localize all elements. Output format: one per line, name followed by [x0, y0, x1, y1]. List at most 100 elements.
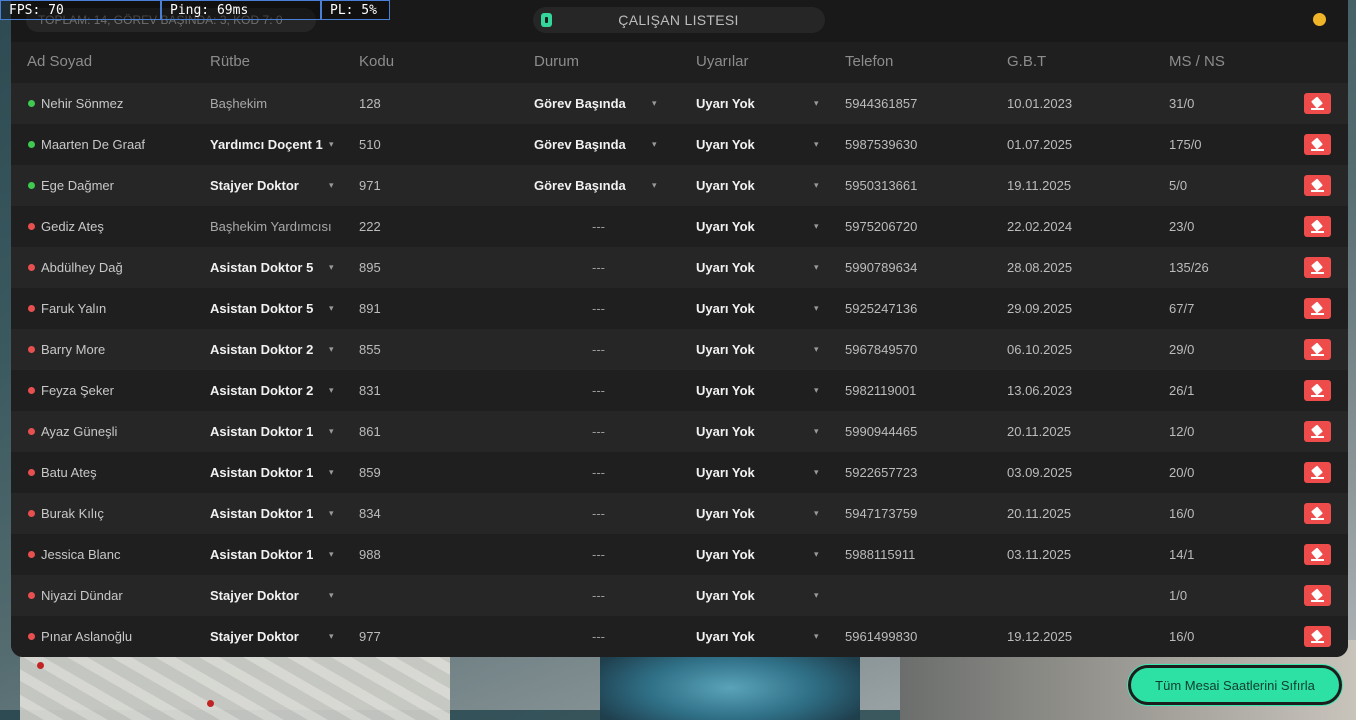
warnings-select[interactable]: Uyarı Yok: [696, 506, 755, 521]
delete-employee-button[interactable]: [1304, 93, 1331, 114]
rank-select[interactable]: Stajyer Doktor: [210, 178, 299, 193]
rank-select[interactable]: Asistan Doktor 2: [210, 383, 313, 398]
warnings-select[interactable]: Uyarı Yok: [696, 465, 755, 480]
employee-code: 222: [359, 219, 381, 234]
chevron-down-icon[interactable]: ▾: [814, 139, 819, 150]
chevron-down-icon[interactable]: ▾: [814, 426, 819, 437]
chevron-down-icon[interactable]: ▾: [814, 180, 819, 191]
performance-overlay: FPS: 70 Ping: 69ms PL: 5%: [0, 0, 390, 20]
duty-status-select[interactable]: Görev Başında: [534, 137, 626, 152]
column-header-ms-ns: MS / NS: [1169, 53, 1225, 70]
eraser-icon: [1311, 181, 1324, 192]
chevron-down-icon[interactable]: ▾: [329, 631, 334, 642]
employee-name-cell: Maarten De Graaf: [28, 137, 145, 152]
ms-ns-hours: 12/0: [1169, 424, 1195, 439]
phone-number: 5975206720: [845, 219, 918, 234]
online-status-icon: [28, 223, 35, 230]
delete-employee-button[interactable]: [1304, 544, 1331, 565]
rank-select[interactable]: Asistan Doktor 5: [210, 260, 313, 275]
online-status-icon: [28, 469, 35, 476]
employee-name: Ege Dağmer: [41, 178, 114, 193]
eraser-icon: [1311, 345, 1324, 356]
employee-name-cell: Niyazi Dündar: [28, 588, 123, 603]
chevron-down-icon[interactable]: ▾: [329, 262, 334, 273]
chevron-down-icon[interactable]: ▾: [329, 590, 334, 601]
employee-name-cell: Jessica Blanc: [28, 547, 120, 562]
warnings-select[interactable]: Uyarı Yok: [696, 219, 755, 234]
warnings-select[interactable]: Uyarı Yok: [696, 588, 755, 603]
chevron-down-icon[interactable]: ▾: [329, 426, 334, 437]
rank-select[interactable]: Asistan Doktor 1: [210, 465, 313, 480]
chevron-down-icon[interactable]: ▾: [329, 549, 334, 560]
ms-ns-hours: 20/0: [1169, 465, 1195, 480]
chevron-down-icon[interactable]: ▾: [814, 467, 819, 478]
chevron-down-icon[interactable]: ▾: [814, 385, 819, 396]
employee-code: 510: [359, 137, 381, 152]
delete-employee-button[interactable]: [1304, 175, 1331, 196]
rank-select[interactable]: Asistan Doktor 1: [210, 424, 313, 439]
delete-employee-button[interactable]: [1304, 134, 1331, 155]
rank-select[interactable]: Asistan Doktor 5: [210, 301, 313, 316]
online-status-icon: [28, 346, 35, 353]
chevron-down-icon[interactable]: ▾: [814, 303, 819, 314]
chevron-down-icon[interactable]: ▾: [814, 631, 819, 642]
chevron-down-icon[interactable]: ▾: [329, 139, 334, 150]
delete-employee-button[interactable]: [1304, 257, 1331, 278]
warnings-select[interactable]: Uyarı Yok: [696, 260, 755, 275]
duty-status-select[interactable]: Görev Başında: [534, 96, 626, 111]
chevron-down-icon[interactable]: ▾: [329, 508, 334, 519]
rank-select[interactable]: Asistan Doktor 1: [210, 547, 313, 562]
warnings-select[interactable]: Uyarı Yok: [696, 301, 755, 316]
delete-employee-button[interactable]: [1304, 503, 1331, 524]
duty-status-select: ---: [592, 424, 605, 439]
chevron-down-icon[interactable]: ▾: [329, 385, 334, 396]
warnings-select[interactable]: Uyarı Yok: [696, 96, 755, 111]
warnings-select[interactable]: Uyarı Yok: [696, 383, 755, 398]
gbt-date: 03.09.2025: [1007, 465, 1073, 480]
delete-employee-button[interactable]: [1304, 298, 1331, 319]
chevron-down-icon[interactable]: ▾: [814, 549, 819, 560]
rank-select[interactable]: Asistan Doktor 2: [210, 342, 313, 357]
duty-status-select: ---: [592, 629, 605, 644]
employee-code: 859: [359, 465, 381, 480]
duty-status-select[interactable]: Görev Başında: [534, 178, 626, 193]
employee-name-cell: Burak Kılıç: [28, 506, 104, 521]
chevron-down-icon[interactable]: ▾: [814, 344, 819, 355]
chevron-down-icon[interactable]: ▾: [329, 344, 334, 355]
chevron-down-icon[interactable]: ▾: [814, 590, 819, 601]
reset-all-shift-hours-button[interactable]: Tüm Mesai Saatlerini Sıfırla: [1128, 665, 1342, 705]
rank-select[interactable]: Yardımcı Doçent 1: [210, 137, 323, 152]
chevron-down-icon[interactable]: ▾: [652, 180, 657, 191]
phone-number: 5967849570: [845, 342, 918, 357]
chevron-down-icon[interactable]: ▾: [814, 221, 819, 232]
employee-code: 895: [359, 260, 381, 275]
chevron-down-icon[interactable]: ▾: [652, 98, 657, 109]
warnings-select[interactable]: Uyarı Yok: [696, 342, 755, 357]
warnings-select[interactable]: Uyarı Yok: [696, 629, 755, 644]
delete-employee-button[interactable]: [1304, 421, 1331, 442]
delete-employee-button[interactable]: [1304, 462, 1331, 483]
chevron-down-icon[interactable]: ▾: [329, 180, 334, 191]
warnings-select[interactable]: Uyarı Yok: [696, 424, 755, 439]
chevron-down-icon[interactable]: ▾: [329, 303, 334, 314]
warnings-select[interactable]: Uyarı Yok: [696, 137, 755, 152]
chevron-down-icon[interactable]: ▾: [652, 139, 657, 150]
rank-select[interactable]: Asistan Doktor 1: [210, 506, 313, 521]
chevron-down-icon[interactable]: ▾: [814, 262, 819, 273]
employee-code: 128: [359, 96, 381, 111]
duty-status-select: ---: [592, 260, 605, 275]
warnings-select[interactable]: Uyarı Yok: [696, 547, 755, 562]
chevron-down-icon[interactable]: ▾: [814, 98, 819, 109]
chevron-down-icon[interactable]: ▾: [329, 467, 334, 478]
eraser-icon: [1311, 222, 1324, 233]
delete-employee-button[interactable]: [1304, 216, 1331, 237]
delete-employee-button[interactable]: [1304, 339, 1331, 360]
delete-employee-button[interactable]: [1304, 626, 1331, 647]
delete-employee-button[interactable]: [1304, 585, 1331, 606]
chevron-down-icon[interactable]: ▾: [814, 508, 819, 519]
employee-code: 855: [359, 342, 381, 357]
rank-select[interactable]: Stajyer Doktor: [210, 588, 299, 603]
rank-select[interactable]: Stajyer Doktor: [210, 629, 299, 644]
warnings-select[interactable]: Uyarı Yok: [696, 178, 755, 193]
delete-employee-button[interactable]: [1304, 380, 1331, 401]
